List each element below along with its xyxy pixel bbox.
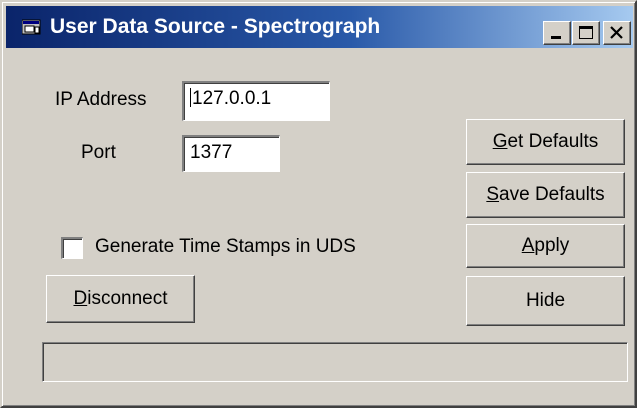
get-defaults-mnemonic: G	[492, 131, 508, 152]
title-bar[interactable]: User Data Source - Spectrograph	[6, 6, 633, 48]
disconnect-label: isconnect	[87, 288, 168, 309]
save-defaults-label: ave Defaults	[499, 184, 605, 205]
save-defaults-button[interactable]: Save Defaults	[466, 172, 625, 218]
app-window-icon[interactable]	[21, 18, 42, 36]
timestamps-label[interactable]: Generate Time Stamps in UDS	[95, 236, 356, 258]
disconnect-button[interactable]: Disconnect	[46, 275, 195, 323]
apply-button[interactable]: Apply	[466, 224, 625, 268]
ip-address-value: 127.0.0.1	[192, 88, 272, 109]
maximize-button[interactable]	[572, 21, 600, 45]
ip-address-input[interactable]: 127.0.0.1	[182, 81, 330, 121]
text-caret	[190, 88, 191, 107]
port-value: 1377	[190, 142, 233, 163]
status-bar	[42, 342, 628, 382]
apply-mnemonic: A	[521, 235, 535, 256]
close-button[interactable]	[603, 21, 631, 45]
port-label: Port	[81, 142, 116, 163]
hide-label: Hide	[525, 290, 566, 311]
hide-button[interactable]: Hide	[466, 276, 625, 326]
minimize-button[interactable]	[543, 21, 571, 45]
timestamps-checkbox[interactable]	[61, 237, 83, 259]
disconnect-mnemonic: D	[73, 288, 88, 309]
get-defaults-button[interactable]: Get Defaults	[466, 119, 625, 165]
window-title: User Data Source - Spectrograph	[50, 15, 381, 38]
ip-address-label: IP Address	[55, 89, 147, 110]
apply-label: pply	[534, 235, 570, 256]
get-defaults-label: et Defaults	[507, 131, 599, 152]
port-input[interactable]: 1377	[182, 135, 280, 172]
save-defaults-mnemonic: S	[486, 184, 500, 205]
dialog-window: User Data Source - Spectrograph IP Addre…	[0, 0, 637, 408]
